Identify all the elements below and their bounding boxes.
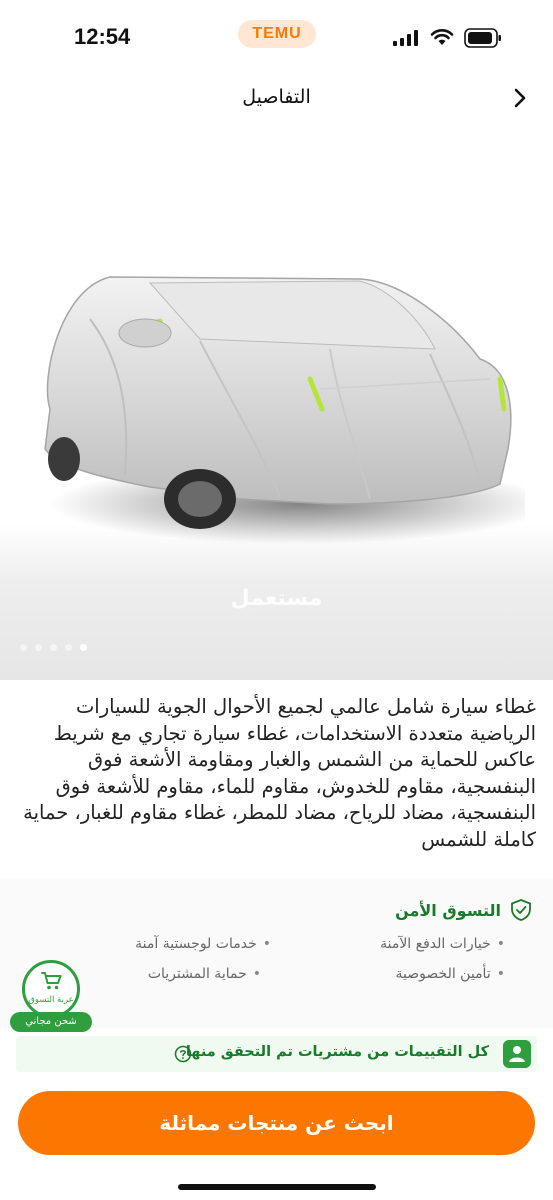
watermark-text: مستعمل [230,586,323,611]
battery-icon [464,28,501,48]
nav-header: التفاصيل [0,72,553,124]
cart-label: عربة التسوق [28,995,74,1005]
status-time: 12:54 [74,24,131,49]
pagination-dot-active[interactable] [80,644,87,651]
secure-item-logistics: خدمات لوجستية آمنة [135,936,271,952]
pagination-dot[interactable] [35,644,42,651]
cart-circle[interactable]: عربة التسوق [22,960,80,1018]
status-bar: 12:54 TEMU [0,0,553,72]
page-title: التفاصيل [242,86,311,108]
free-shipping-badge[interactable]: عربة التسوق شحن مجاني [10,960,94,1034]
question-mark-icon[interactable] [174,1045,192,1063]
verified-user-icon [503,1040,531,1068]
pagination-dot[interactable] [20,644,27,651]
free-shipping-ribbon: شحن مجاني [10,1012,92,1032]
pagination-dot[interactable] [50,644,57,651]
car-cover-product-image [44,276,525,544]
pagination-dot[interactable] [65,644,72,651]
secure-item-privacy: تأمين الخصوصية [396,966,505,982]
secure-shopping-header: التسوق الأمن [395,898,533,922]
verified-reviews-bar[interactable]: كل التقييمات من مشتريات تم التحقق منها [16,1036,537,1072]
wifi-icon [430,29,454,45]
shopping-cart-icon [41,972,62,990]
find-similar-button[interactable]: ابحث عن منتجات مماثلة [18,1091,535,1155]
cellular-signal-icon [393,30,418,46]
back-arrow-icon[interactable] [506,84,534,112]
shield-check-icon [511,899,531,921]
verified-reviews-text: كل التقييمات من مشتريات تم التحقق منها [185,1044,489,1060]
product-image-gallery[interactable]: مستعمل [0,124,553,680]
secure-shopping-title: التسوق الأمن [395,900,501,920]
secure-item-payment: خيارات الدفع الآمنة [380,936,505,952]
secure-item-purchase-protection: حماية المشتريات [148,966,261,982]
temu-app-pill[interactable]: TEMU [238,20,316,48]
gallery-pagination-dots[interactable] [20,644,87,651]
home-indicator[interactable] [178,1184,376,1190]
product-title: غطاء سيارة شامل عالمي لجميع الأحوال الجو… [23,695,536,851]
